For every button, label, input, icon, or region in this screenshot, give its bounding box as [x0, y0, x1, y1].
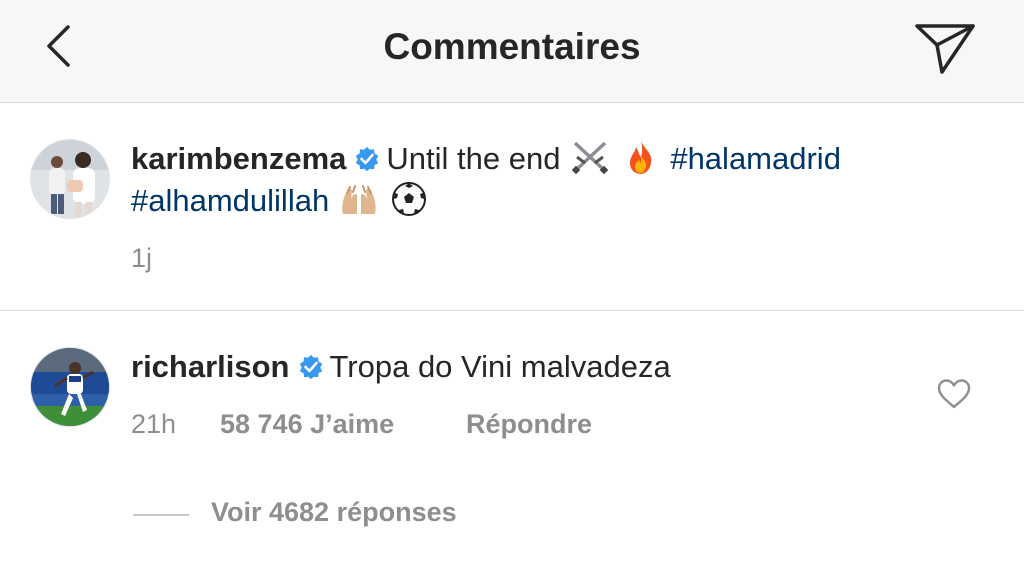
soccer-ball-icon [392, 182, 427, 216]
comment-time: 21h [131, 409, 177, 439]
avatar[interactable] [30, 139, 110, 219]
raised-hands-icon [342, 185, 376, 214]
hashtag-link[interactable]: #halamadrid [670, 141, 841, 176]
caption-body: Until the end [386, 141, 561, 176]
paper-plane-icon[interactable] [912, 18, 978, 76]
caption-text: karimbenzema Until the end #halamadrid #… [131, 138, 971, 222]
comment-likes[interactable]: 58 746 J’aime [220, 409, 394, 440]
view-replies-button[interactable]: Voir 4682 réponses [211, 497, 457, 528]
replies-divider [133, 514, 189, 516]
crossed-swords-icon [571, 141, 609, 175]
verified-badge-icon [356, 146, 379, 172]
avatar[interactable] [30, 347, 110, 427]
heart-outline-icon[interactable] [936, 378, 972, 410]
caption-section: karimbenzema Until the end #halamadrid #… [0, 103, 1024, 311]
comment-username[interactable]: richarlison [131, 349, 290, 384]
reply-button[interactable]: Répondre [466, 409, 592, 440]
comment-text: richarlison Tropa do Vini malvadeza [131, 346, 971, 388]
page-title: Commentaires [383, 26, 641, 67]
comment-body: Tropa do Vini malvadeza [329, 349, 671, 384]
header-bar: Commentaires [0, 0, 1024, 103]
avatar-photo [31, 348, 109, 426]
caption-username[interactable]: karimbenzema [131, 141, 346, 176]
hashtag-link[interactable]: #alhamdulillah [131, 183, 329, 218]
fire-icon [629, 141, 651, 174]
avatar-photo [31, 140, 109, 218]
verified-badge-icon [299, 354, 322, 380]
caption-time: 1j [131, 243, 153, 273]
